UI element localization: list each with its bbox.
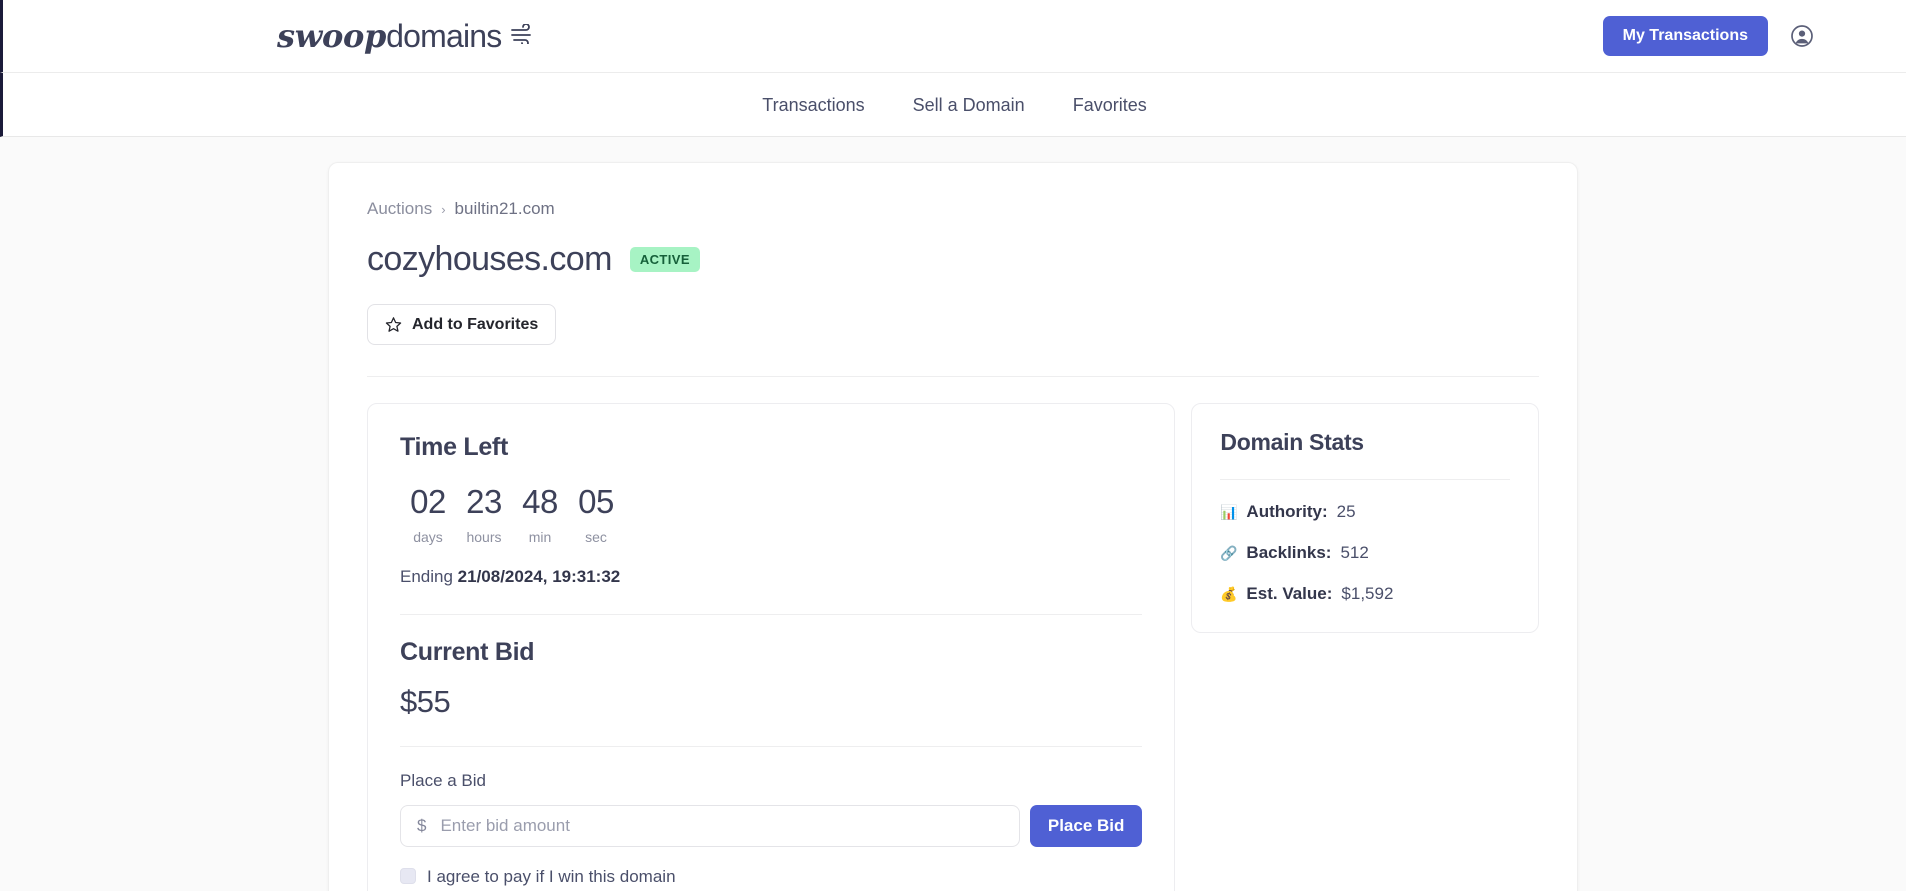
stat-row-est-value: 💰 Est. Value: $1,592 [1220, 584, 1510, 604]
countdown-timer: 02 days 23 hours 48 min 05 sec [400, 482, 1142, 546]
agree-checkbox-label[interactable]: I agree to pay if I win this domain [427, 868, 676, 885]
page-body: Auctions › builtin21.com cozyhouses.com … [0, 137, 1906, 891]
link-icon: 🔗 [1220, 544, 1238, 561]
currency-symbol: $ [417, 815, 427, 835]
countdown-hours: 23 hours [456, 482, 512, 546]
breadcrumb-current: builtin21.com [454, 199, 555, 218]
countdown-min: 48 min [512, 482, 568, 546]
content-columns: Time Left 02 days 23 hours 48 min 05 sec… [367, 403, 1539, 891]
stat-row-authority: 📊 Authority: 25 [1220, 502, 1510, 522]
countdown-hours-label: hours [466, 529, 502, 546]
stat-label-backlinks: Backlinks: [1246, 542, 1332, 562]
nav-item-favorites[interactable]: Favorites [1073, 96, 1147, 114]
countdown-min-value: 48 [522, 482, 558, 520]
ending-datetime-row: Ending 21/08/2024, 19:31:32 [400, 567, 1142, 587]
domain-stats-panel: Domain Stats 📊 Authority: 25 🔗 Backlinks… [1191, 403, 1539, 633]
ending-prefix: Ending [400, 567, 453, 587]
header-actions: My Transactions [1602, 16, 1814, 56]
listing-title-row: cozyhouses.com ACTIVE [367, 240, 1539, 278]
countdown-days: 02 days [400, 482, 456, 546]
countdown-days-value: 02 [410, 482, 446, 520]
countdown-hours-value: 23 [466, 482, 502, 520]
status-badge: ACTIVE [629, 247, 700, 273]
add-to-favorites-button[interactable]: Add to Favorites [367, 304, 557, 346]
nav-item-transactions[interactable]: Transactions [762, 96, 864, 114]
logo-text-swoop: swoop [277, 17, 387, 55]
money-bag-icon: 💰 [1220, 585, 1238, 602]
countdown-sec-value: 05 [578, 482, 614, 520]
wind-icon [510, 17, 536, 49]
current-bid-amount: $55 [400, 683, 451, 719]
domain-stats-title: Domain Stats [1220, 429, 1364, 456]
place-a-bid-label: Place a Bid [400, 770, 486, 790]
stat-value-est-value: $1,592 [1341, 583, 1394, 603]
agree-row: I agree to pay if I win this domain [400, 868, 1142, 885]
countdown-sec: 05 sec [568, 482, 624, 546]
bid-amount-input[interactable] [440, 815, 1003, 836]
breadcrumb-separator-icon: › [441, 201, 446, 217]
ending-datetime-value: 21/08/2024, 19:31:32 [457, 567, 621, 587]
countdown-sec-label: sec [585, 529, 607, 546]
my-transactions-button[interactable]: My Transactions [1602, 16, 1768, 56]
breadcrumb-auctions-link[interactable]: Auctions [367, 199, 432, 219]
stat-label-authority: Authority: [1246, 501, 1328, 521]
auction-divider-2 [400, 745, 1143, 747]
current-bid-title: Current Bid [400, 638, 535, 667]
place-bid-button[interactable]: Place Bid [1029, 804, 1143, 847]
auction-panel: Time Left 02 days 23 hours 48 min 05 sec… [367, 403, 1176, 891]
stat-label-est-value: Est. Value: [1246, 583, 1333, 603]
stat-row-backlinks: 🔗 Backlinks: 512 [1220, 543, 1510, 563]
auction-detail-card: Auctions › builtin21.com cozyhouses.com … [328, 162, 1578, 891]
top-header: swoop domains My Transactions [0, 0, 1906, 73]
page-title: cozyhouses.com [367, 240, 612, 278]
star-outline-icon [385, 316, 402, 333]
bid-entry-row: $ Place Bid [400, 804, 1143, 847]
account-circle-icon[interactable] [1790, 24, 1814, 48]
bid-input-wrapper: $ [400, 804, 1020, 847]
stats-divider [1220, 478, 1510, 480]
add-to-favorites-label: Add to Favorites [412, 315, 539, 333]
site-logo[interactable]: swoop domains [277, 20, 536, 52]
header-divider [367, 376, 1539, 378]
nav-item-sell-a-domain[interactable]: Sell a Domain [913, 96, 1025, 114]
time-left-title: Time Left [400, 433, 508, 462]
countdown-days-label: days [413, 529, 443, 546]
breadcrumb: Auctions › builtin21.com [367, 199, 1539, 219]
logo-text-domains: domains [386, 18, 502, 54]
countdown-min-label: min [528, 529, 552, 546]
bar-chart-icon: 📊 [1220, 503, 1238, 520]
stat-value-authority: 25 [1336, 501, 1356, 521]
auction-divider-1 [400, 614, 1143, 616]
agree-checkbox[interactable] [400, 868, 416, 885]
main-navigation: Transactions Sell a Domain Favorites [0, 73, 1906, 137]
stat-value-backlinks: 512 [1340, 542, 1369, 562]
